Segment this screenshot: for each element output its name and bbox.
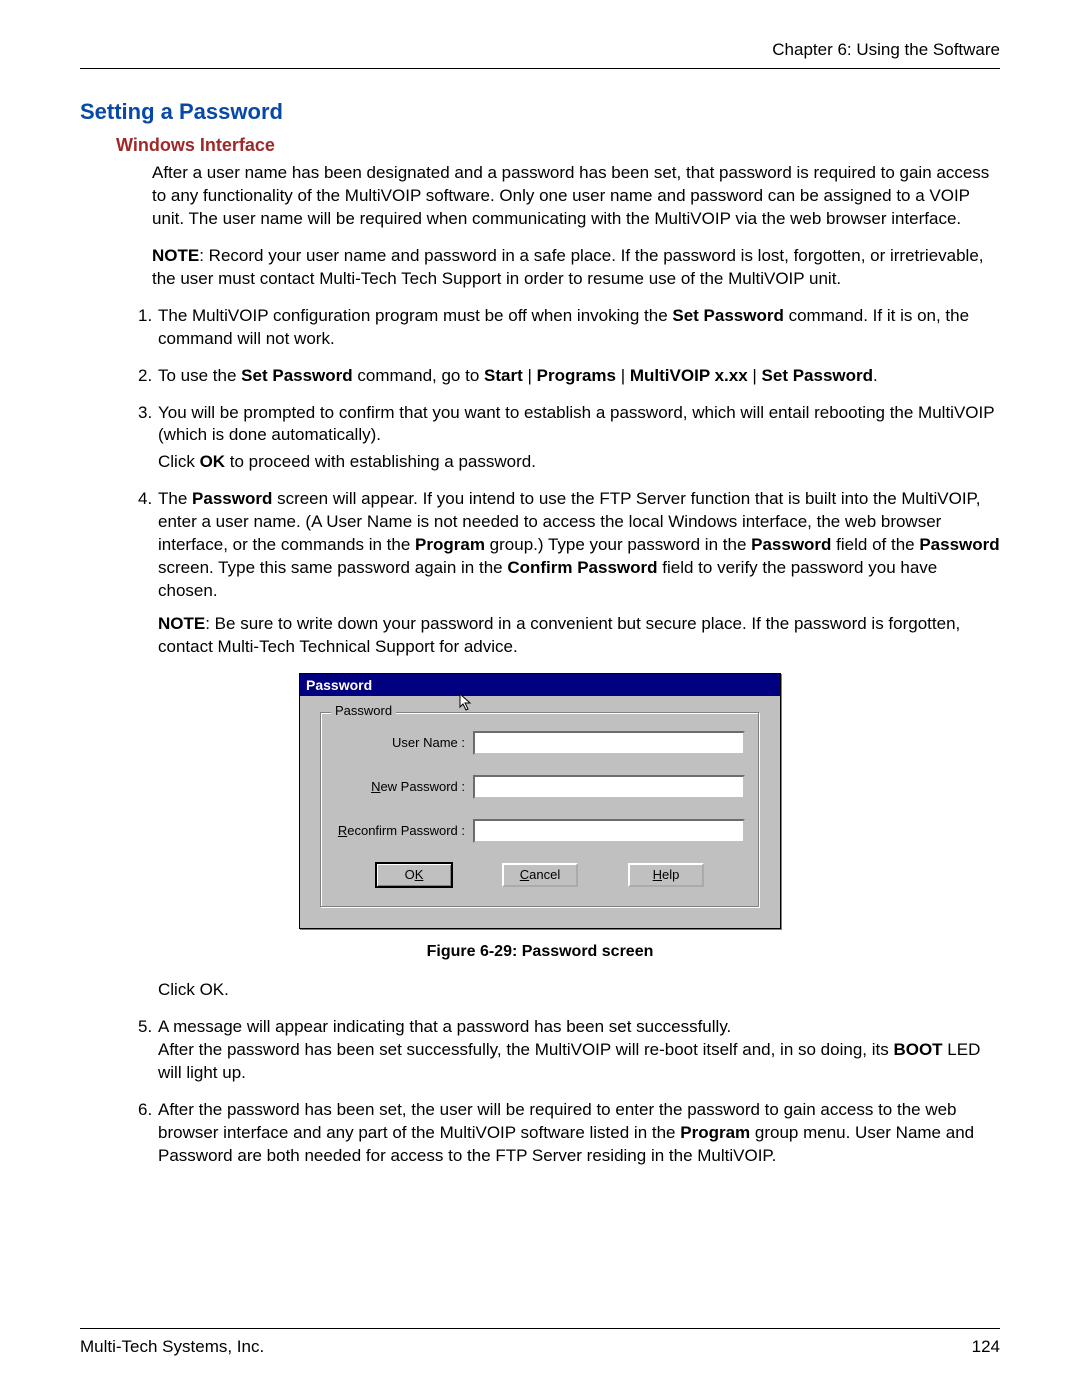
step-3: 3. You will be prompted to confirm that … (138, 402, 1000, 475)
reconfirm-password-label: Reconfirm Password : (335, 823, 473, 838)
section-title: Setting a Password (80, 99, 1000, 125)
step-1: 1. The MultiVOIP configuration program m… (138, 305, 1000, 351)
password-fieldset: Password User Name : New Password : Reco… (320, 712, 760, 908)
cursor-icon (458, 692, 474, 717)
reconfirm-password-input[interactable] (473, 819, 745, 843)
new-password-input[interactable] (473, 775, 745, 799)
user-name-input[interactable] (473, 731, 745, 755)
figure-caption: Figure 6-29: Password screen (80, 943, 1000, 961)
section-subtitle: Windows Interface (116, 135, 1000, 156)
note-1: NOTE: Record your user name and password… (152, 245, 1000, 291)
dialog-title: Password (306, 677, 372, 693)
note-text: : Record your user name and password in … (152, 246, 984, 288)
intro-paragraph: After a user name has been designated an… (152, 162, 1000, 231)
click-ok-text: Click OK. (158, 979, 1000, 1002)
user-name-label: User Name : (335, 735, 473, 750)
dialog-titlebar: Password (300, 674, 780, 696)
note-label: NOTE (152, 246, 199, 265)
new-password-label: New Password : (335, 779, 473, 794)
footer-page: 124 (972, 1337, 1000, 1357)
fieldset-legend: Password (331, 703, 396, 718)
help-button[interactable]: Help (628, 863, 704, 887)
step-4: 4. The Password screen will appear. If y… (138, 488, 1000, 659)
step-5: 5. A message will appear indicating that… (138, 1016, 1000, 1085)
page-footer: Multi-Tech Systems, Inc. 124 (80, 1328, 1000, 1357)
step-6: 6. After the password has been set, the … (138, 1099, 1000, 1168)
cancel-button[interactable]: Cancel (502, 863, 578, 887)
page-header: Chapter 6: Using the Software (80, 40, 1000, 69)
ok-button[interactable]: OK (376, 863, 452, 887)
password-dialog: Password Password User Name : (299, 673, 781, 929)
footer-company: Multi-Tech Systems, Inc. (80, 1337, 264, 1357)
step-2: 2. To use the Set Password command, go t… (138, 365, 1000, 388)
chapter-label: Chapter 6: Using the Software (772, 40, 1000, 59)
